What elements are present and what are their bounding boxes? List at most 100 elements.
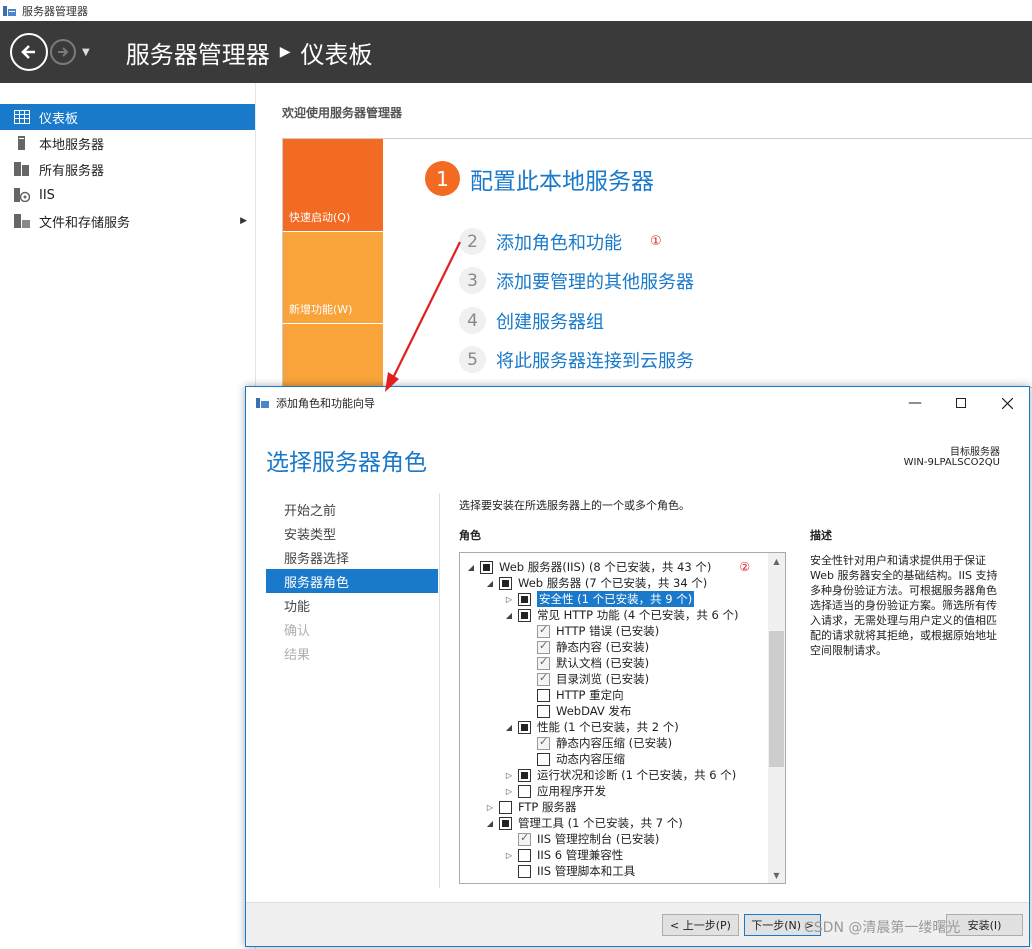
tree-row[interactable]: WebDAV 发布 xyxy=(523,703,631,719)
role-label[interactable]: 管理工具 (1 个已安装，共 7 个) xyxy=(518,815,683,831)
role-label[interactable]: 安全性 (1 个已安装，共 9 个) xyxy=(537,591,695,607)
collapse-icon[interactable]: ◢ xyxy=(504,723,514,732)
tree-scrollbar[interactable]: ▲ ▼ xyxy=(768,553,785,883)
step-add-roles[interactable]: 2 添加角色和功能 ① xyxy=(459,228,662,255)
role-label[interactable]: 性能 (1 个已安装，共 2 个) xyxy=(537,719,679,735)
tree-row[interactable]: 目录浏览 (已安装) xyxy=(523,671,649,687)
role-checkbox[interactable] xyxy=(499,576,512,590)
role-label[interactable]: 静态内容 (已安装) xyxy=(556,639,649,655)
role-label[interactable]: 静态内容压缩 (已安装) xyxy=(556,735,672,751)
role-label[interactable]: IIS 管理脚本和工具 xyxy=(537,863,635,879)
role-label[interactable]: 应用程序开发 xyxy=(537,783,606,799)
role-checkbox[interactable] xyxy=(518,592,531,606)
expand-icon[interactable]: ▷ xyxy=(504,851,514,860)
role-label[interactable]: IIS 管理控制台 (已安装) xyxy=(537,831,659,847)
expand-icon[interactable]: ▷ xyxy=(504,771,514,780)
role-checkbox[interactable] xyxy=(518,784,531,798)
tree-row[interactable]: 静态内容 (已安装) xyxy=(523,639,649,655)
tree-row[interactable]: 默认文档 (已安装) xyxy=(523,655,649,671)
sidebar-item-local-server[interactable]: 本地服务器 xyxy=(0,130,255,156)
tree-row[interactable]: HTTP 重定向 xyxy=(523,687,624,703)
step-link[interactable]: 创建服务器组 xyxy=(496,308,604,334)
role-checkbox[interactable] xyxy=(518,720,531,734)
role-checkbox[interactable] xyxy=(480,560,493,574)
role-label[interactable]: HTTP 错误 (已安装) xyxy=(556,623,659,639)
tree-row[interactable]: ▷ 安全性 (1 个已安装，共 9 个) xyxy=(504,591,695,607)
tree-row[interactable]: ◢ 管理工具 (1 个已安装，共 7 个) xyxy=(485,815,683,831)
step-link[interactable]: 添加要管理的其他服务器 xyxy=(496,268,694,294)
role-checkbox[interactable] xyxy=(537,752,550,766)
role-label[interactable]: 常见 HTTP 功能 (4 个已安装，共 6 个) xyxy=(537,607,738,623)
role-label[interactable]: HTTP 重定向 xyxy=(556,687,624,703)
tree-row[interactable]: ▷ IIS 6 管理兼容性 xyxy=(504,847,623,863)
role-label[interactable]: 默认文档 (已安装) xyxy=(556,655,649,671)
sidebar-item-dashboard[interactable]: 仪表板 xyxy=(0,104,255,130)
wizard-step-features[interactable]: 功能 xyxy=(266,593,438,617)
step-link[interactable]: 配置此本地服务器 xyxy=(470,162,654,196)
previous-button[interactable]: < 上一步(P) xyxy=(662,914,739,936)
close-button[interactable] xyxy=(984,387,1030,419)
role-label[interactable]: IIS 6 管理兼容性 xyxy=(537,847,623,863)
tree-row[interactable]: ▷ 运行状况和诊断 (1 个已安装，共 6 个) xyxy=(504,767,736,783)
role-checkbox[interactable] xyxy=(518,768,531,782)
role-label[interactable]: 动态内容压缩 xyxy=(556,751,625,767)
tree-row[interactable]: ◢ Web 服务器(IIS) (8 个已安装，共 43 个) ② xyxy=(466,559,750,575)
sidebar-item-all-servers[interactable]: 所有服务器 xyxy=(0,156,255,182)
step-link[interactable]: 将此服务器连接到云服务 xyxy=(496,347,694,373)
expand-icon[interactable]: ▷ xyxy=(504,595,514,604)
role-checkbox[interactable] xyxy=(537,671,550,686)
tile-quick-start[interactable]: 快速启动(Q) xyxy=(283,139,383,231)
collapse-icon[interactable]: ◢ xyxy=(485,819,495,828)
role-checkbox[interactable] xyxy=(537,623,550,638)
maximize-button[interactable] xyxy=(938,387,984,419)
back-button[interactable] xyxy=(10,33,48,71)
collapse-icon[interactable]: ◢ xyxy=(466,563,476,572)
role-label[interactable]: WebDAV 发布 xyxy=(556,703,631,719)
role-checkbox[interactable] xyxy=(518,831,531,846)
wizard-step-server-roles[interactable]: 服务器角色 xyxy=(266,569,438,593)
tree-row[interactable]: IIS 管理控制台 (已安装) xyxy=(504,831,659,847)
sidebar-item-iis[interactable]: IIS xyxy=(0,182,255,208)
sidebar-item-file-storage[interactable]: 文件和存储服务 ▶ xyxy=(0,208,255,234)
step-create-group[interactable]: 4 创建服务器组 xyxy=(459,307,604,334)
tile-learn-more[interactable] xyxy=(283,324,383,389)
step-connect-cloud[interactable]: 5 将此服务器连接到云服务 xyxy=(459,346,694,373)
tile-whats-new[interactable]: 新增功能(W) xyxy=(283,232,383,323)
history-dropdown-icon[interactable]: ▼ xyxy=(82,47,90,58)
tree-row[interactable]: ▷ FTP 服务器 xyxy=(485,799,577,815)
role-checkbox[interactable] xyxy=(537,735,550,750)
role-checkbox[interactable] xyxy=(518,864,531,878)
scrollbar-thumb[interactable] xyxy=(769,631,784,767)
wizard-step-installation-type[interactable]: 安装类型 xyxy=(266,521,438,545)
roles-tree[interactable]: IIS 管理脚本和工具 ▷ IIS 6 管理兼容性IIS 管理控制台 (已安装) ◢ 管… xyxy=(459,552,786,884)
expand-icon[interactable]: ▷ xyxy=(485,803,495,812)
step-configure-local-server[interactable]: 1 配置此本地服务器 xyxy=(425,161,654,196)
role-checkbox[interactable] xyxy=(537,688,550,702)
role-label[interactable]: Web 服务器(IIS) (8 个已安装，共 43 个) xyxy=(499,559,711,575)
scroll-up-icon[interactable]: ▲ xyxy=(768,553,785,569)
role-label[interactable]: FTP 服务器 xyxy=(518,799,577,815)
expand-icon[interactable]: ▷ xyxy=(504,787,514,796)
role-label[interactable]: 运行状况和诊断 (1 个已安装，共 6 个) xyxy=(537,767,736,783)
role-checkbox[interactable] xyxy=(499,816,512,830)
forward-button[interactable] xyxy=(50,39,76,65)
role-checkbox[interactable] xyxy=(499,800,512,814)
tree-row[interactable]: ▷ 应用程序开发 xyxy=(504,783,606,799)
collapse-icon[interactable]: ◢ xyxy=(504,611,514,620)
tree-row[interactable]: 动态内容压缩 xyxy=(523,751,625,767)
role-checkbox[interactable] xyxy=(518,848,531,862)
role-checkbox[interactable] xyxy=(537,639,550,654)
step-add-servers[interactable]: 3 添加要管理的其他服务器 xyxy=(459,267,694,294)
tree-row[interactable]: HTTP 错误 (已安装) xyxy=(523,623,659,639)
step-link[interactable]: 添加角色和功能 xyxy=(496,229,622,255)
wizard-step-server-selection[interactable]: 服务器选择 xyxy=(266,545,438,569)
role-checkbox[interactable] xyxy=(537,704,550,718)
tree-row[interactable]: ◢ Web 服务器 (7 个已安装，共 34 个) xyxy=(485,575,707,591)
chevron-right-icon[interactable]: ▶ xyxy=(240,216,247,226)
minimize-button[interactable]: — xyxy=(892,387,938,419)
role-checkbox[interactable] xyxy=(537,655,550,670)
tree-row[interactable]: ◢ 性能 (1 个已安装，共 2 个) xyxy=(504,719,679,735)
collapse-icon[interactable]: ◢ xyxy=(485,579,495,588)
role-checkbox[interactable] xyxy=(518,608,531,622)
role-label[interactable]: Web 服务器 (7 个已安装，共 34 个) xyxy=(518,575,707,591)
